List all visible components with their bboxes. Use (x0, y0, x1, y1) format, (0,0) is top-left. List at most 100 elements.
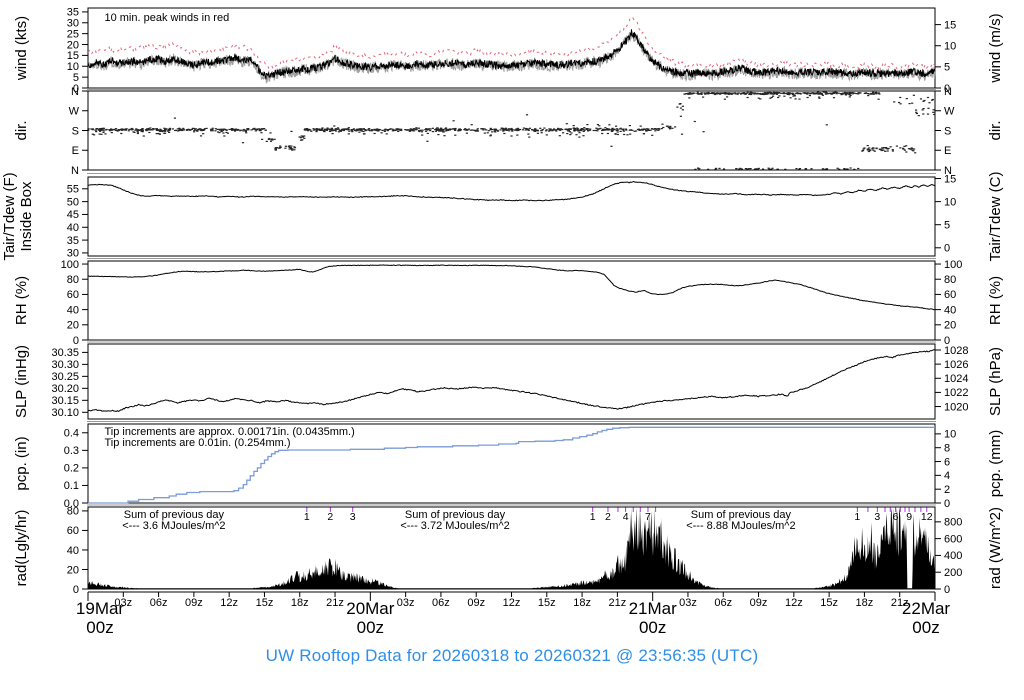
dir-point (141, 131, 144, 133)
panel-dir: NWSENNWSENdir. dir. (13, 86, 1004, 177)
dir-point (491, 128, 494, 131)
dir-point (193, 131, 196, 133)
dir-point (874, 91, 877, 93)
rad-sum-value-1: <--- 3.72 MJoules/m^2 (400, 520, 509, 532)
dir-point (99, 128, 103, 130)
dir-point (824, 91, 828, 93)
dir-point (425, 128, 428, 130)
dir-point (534, 128, 537, 130)
dir-point (95, 131, 98, 133)
dir-point (370, 129, 373, 131)
dir-point (485, 129, 488, 131)
relative-humidity-pct (87, 264, 936, 311)
dir-point (469, 129, 472, 131)
tair-left-title: Tair/Tdew (F) (1, 172, 18, 260)
dir-point (922, 100, 925, 102)
dir-point (851, 93, 854, 95)
dir-point (293, 146, 296, 148)
panel-wind: 05101520253035051015wind (kts) wind (m/s)… (13, 7, 1004, 95)
dir-point (762, 93, 765, 96)
dir-point (298, 136, 301, 138)
dir-point (848, 93, 852, 95)
dir-point (594, 129, 597, 132)
dir-point (922, 108, 925, 110)
dir-point (158, 133, 161, 135)
dir-point (583, 127, 586, 129)
slp-left-title: SLP (inHg) (13, 345, 30, 418)
dir-point (886, 150, 889, 152)
mj-marker-label: 3 (350, 511, 356, 523)
dir-point (87, 128, 90, 130)
dir-point (875, 147, 878, 149)
dir-point (496, 130, 500, 132)
dir-point (303, 129, 306, 131)
dir-point (457, 130, 460, 132)
rad-left-tick-label: 20 (67, 564, 79, 576)
dir-point (192, 127, 195, 130)
dir-point (516, 127, 520, 129)
dir-point (558, 129, 561, 131)
dir-point (818, 97, 821, 99)
dir-point (438, 130, 441, 132)
dir-point (615, 125, 618, 127)
dir-point (770, 93, 773, 95)
dir-point (494, 129, 497, 131)
dir-point (273, 138, 276, 140)
pcp-right-tick-label: 6 (944, 456, 950, 468)
dir-point (164, 128, 167, 130)
dir-point (886, 148, 889, 150)
dir-point (441, 128, 444, 130)
dir-point (171, 128, 174, 130)
dir-point (99, 130, 102, 132)
dir-point (841, 92, 844, 94)
dir-point (908, 103, 911, 105)
dir-point (152, 128, 155, 130)
dir-point (214, 128, 217, 130)
dir-point (399, 129, 402, 131)
dir-point (415, 127, 418, 129)
dir-point (867, 95, 870, 97)
dir-point (120, 128, 123, 130)
dir-point (318, 128, 321, 130)
dir-point (113, 129, 116, 131)
dir-point (199, 135, 203, 137)
dir-point (105, 129, 108, 131)
dir-point (446, 129, 449, 131)
dir-point (531, 129, 534, 131)
dir-point (331, 133, 334, 135)
dir-point (472, 129, 475, 131)
dir-point (614, 133, 617, 135)
dir-point (704, 93, 707, 95)
dir-point (146, 129, 149, 131)
wind-left-tick-label: 25 (67, 28, 79, 40)
dir-point (532, 130, 535, 132)
dir-point (516, 129, 519, 131)
dir-point (778, 95, 781, 97)
dir-point (926, 96, 930, 99)
dir-point (205, 127, 208, 129)
dir-left-tick-label: E (72, 145, 79, 157)
dir-point (193, 129, 196, 132)
dir-point (315, 131, 318, 133)
dir-point (582, 135, 585, 137)
dir-point (384, 129, 387, 131)
dir-point (824, 93, 827, 95)
rad-left-tick-label: 60 (67, 525, 79, 537)
dir-point (176, 130, 179, 132)
dir-point (373, 132, 376, 135)
dir-point (133, 131, 136, 133)
dir-point (697, 167, 700, 169)
wind-left-axis: 05101520253035 (67, 7, 88, 95)
mj-marker-label: 12 (921, 511, 933, 523)
dir-point (748, 93, 751, 95)
dir-point (838, 168, 841, 170)
dir-point (709, 92, 712, 94)
dir-point (899, 103, 902, 105)
pcp-right-tick-label: 4 (944, 470, 950, 482)
dir-point (362, 130, 365, 133)
dir-point (714, 168, 717, 170)
dir-point (746, 96, 749, 99)
tair-right-tick-label: 15 (944, 173, 956, 185)
dir-point (419, 129, 422, 131)
dir-point (736, 92, 739, 94)
